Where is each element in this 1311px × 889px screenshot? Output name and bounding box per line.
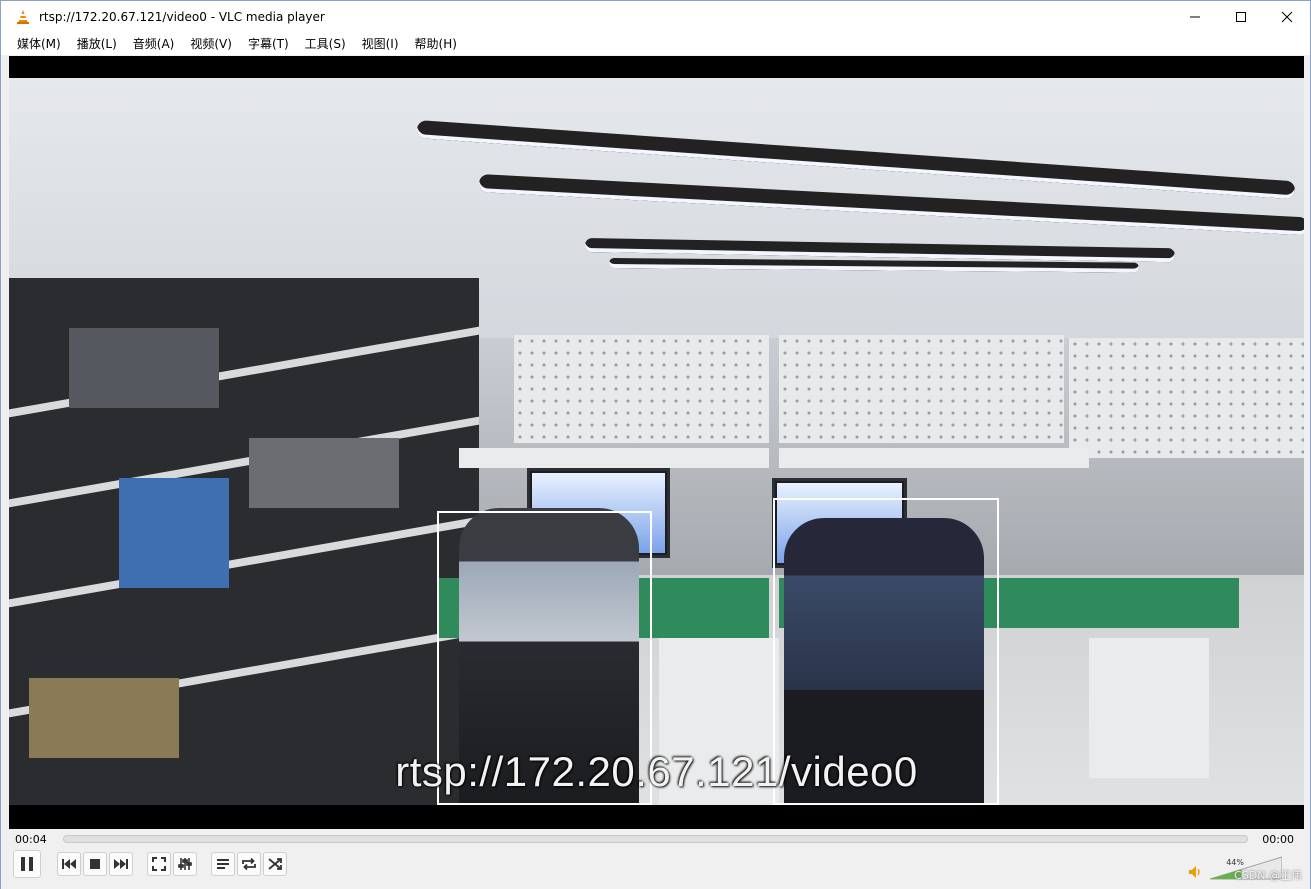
title-bar[interactable]: rtsp://172.20.67.121/video0 - VLC media … (1, 1, 1310, 33)
minimize-button[interactable] (1172, 1, 1218, 33)
menu-help[interactable]: 帮助(H) (407, 34, 465, 54)
menu-bar: 媒体(M) 播放(L) 音频(A) 视频(V) 字幕(T) 工具(S) 视图(I… (1, 33, 1310, 55)
stop-icon (90, 859, 100, 869)
close-button[interactable] (1264, 1, 1310, 33)
elapsed-time: 00:04 (15, 833, 47, 846)
menu-audio[interactable]: 音频(A) (125, 34, 183, 54)
maximize-icon (1236, 12, 1246, 22)
seek-bar[interactable] (63, 835, 1248, 843)
pause-button[interactable] (13, 850, 41, 878)
vlc-cone-icon (15, 9, 31, 25)
loop-icon (242, 857, 256, 871)
skip-next-icon (114, 859, 128, 869)
stream-url-overlay: rtsp://172.20.67.121/video0 (395, 748, 918, 795)
csdn-watermark: CSDN @王伟 (1234, 869, 1302, 882)
speaker-icon[interactable] (1188, 865, 1202, 879)
menu-video[interactable]: 视频(V) (182, 34, 240, 54)
pause-icon (21, 857, 33, 871)
video-display[interactable]: rtsp://172.20.67.121/video0 (9, 56, 1304, 829)
window-controls (1172, 1, 1310, 33)
menu-subtitle[interactable]: 字幕(T) (240, 34, 297, 54)
playback-controls: 00:04 00:00 44% CSDN @王伟 (1, 829, 1310, 889)
fullscreen-button[interactable] (147, 852, 171, 876)
loop-button[interactable] (237, 852, 261, 876)
video-frame: rtsp://172.20.67.121/video0 (9, 78, 1304, 805)
shuffle-icon (268, 858, 282, 870)
playlist-button[interactable] (211, 852, 235, 876)
scene-desk (779, 448, 1089, 468)
extended-settings-button[interactable] (173, 852, 197, 876)
menu-playback[interactable]: 播放(L) (69, 34, 125, 54)
scene-blurred-boxes (249, 438, 399, 508)
close-icon (1281, 11, 1293, 23)
random-button[interactable] (263, 852, 287, 876)
menu-tools[interactable]: 工具(S) (297, 34, 354, 54)
playlist-icon (217, 859, 229, 869)
scene-pegboard (514, 335, 769, 443)
next-button[interactable] (109, 852, 133, 876)
menu-media[interactable]: 媒体(M) (9, 34, 69, 54)
maximize-button[interactable] (1218, 1, 1264, 33)
window-title: rtsp://172.20.67.121/video0 - VLC media … (39, 10, 325, 24)
menu-view[interactable]: 视图(I) (354, 34, 407, 54)
previous-button[interactable] (57, 852, 81, 876)
scene-blurred-boxes (29, 678, 179, 758)
skip-previous-icon (62, 859, 76, 869)
remaining-time: 00:00 (1262, 833, 1294, 846)
scene-desk (459, 448, 769, 468)
scene-blurred-boxes (119, 478, 229, 588)
scene-pegboard (1069, 338, 1304, 458)
scene-pegboard (779, 335, 1064, 443)
minimize-icon (1190, 16, 1200, 18)
scene-blurred-boxes (69, 328, 219, 408)
stop-button[interactable] (83, 852, 107, 876)
fullscreen-icon (152, 857, 166, 871)
equalizer-icon (178, 858, 192, 870)
vlc-window: rtsp://172.20.67.121/video0 - VLC media … (0, 0, 1311, 889)
